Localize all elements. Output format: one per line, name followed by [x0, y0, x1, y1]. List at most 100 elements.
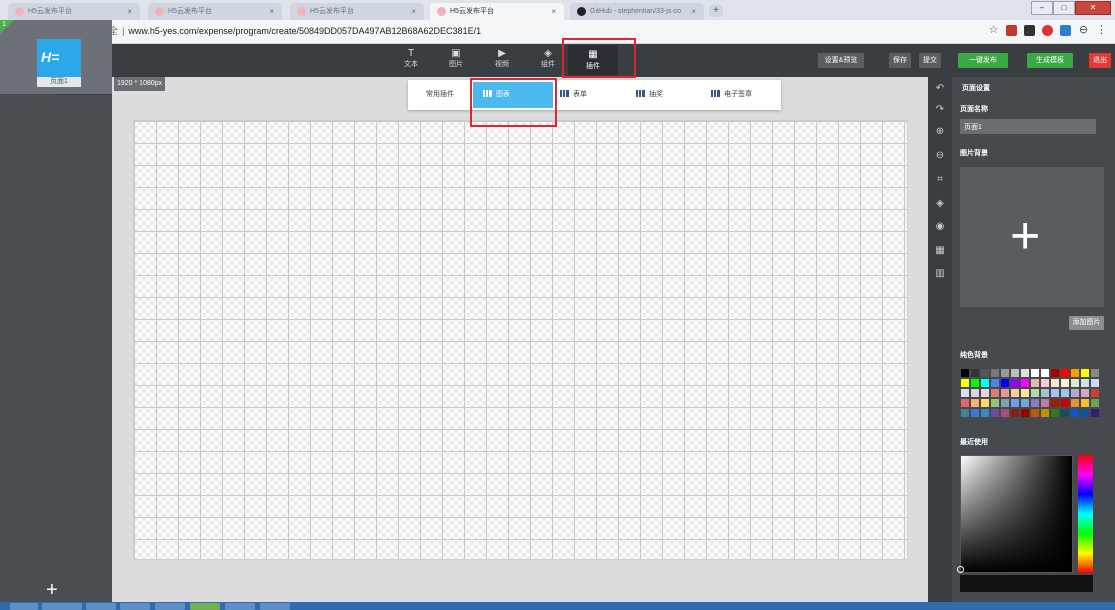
color-swatch[interactable]	[990, 368, 1000, 378]
profile-icon[interactable]: ⊖	[1078, 25, 1089, 36]
color-swatch[interactable]	[1050, 388, 1060, 398]
color-swatch[interactable]	[1090, 368, 1100, 378]
color-swatch[interactable]	[980, 408, 990, 418]
extension-icon[interactable]	[1006, 25, 1017, 36]
color-swatch[interactable]	[970, 368, 980, 378]
tool-component[interactable]: ◈ 组件	[533, 47, 563, 70]
color-swatch[interactable]	[1020, 368, 1030, 378]
browser-tab[interactable]: GitHub - stephentian/33-js-co ×	[570, 3, 704, 20]
color-swatch[interactable]	[960, 378, 970, 388]
color-swatch[interactable]	[1030, 398, 1040, 408]
color-swatch[interactable]	[990, 388, 1000, 398]
tool-video[interactable]: ▶ 视频	[487, 47, 517, 70]
color-swatch[interactable]	[1050, 378, 1060, 388]
browser-tab[interactable]: H5云发布平台 ×	[148, 3, 282, 20]
taskbar-item[interactable]	[42, 603, 82, 610]
color-swatch[interactable]	[990, 408, 1000, 418]
color-swatch[interactable]	[960, 368, 970, 378]
color-swatch[interactable]	[1060, 368, 1070, 378]
new-tab-button[interactable]: +	[709, 5, 723, 17]
publish-button[interactable]: 一键发布	[958, 53, 1008, 68]
color-swatch[interactable]	[1010, 408, 1020, 418]
color-picker-handle[interactable]	[957, 566, 964, 573]
color-swatch[interactable]	[990, 378, 1000, 388]
color-swatch[interactable]	[1010, 398, 1020, 408]
color-swatch[interactable]	[980, 378, 990, 388]
tool-text[interactable]: T 文本	[396, 47, 426, 70]
color-swatch[interactable]	[960, 388, 970, 398]
color-swatch[interactable]	[990, 398, 1000, 408]
save-button[interactable]: 保存	[889, 53, 911, 68]
color-swatch[interactable]	[1040, 368, 1050, 378]
color-swatch[interactable]	[980, 368, 990, 378]
color-swatch[interactable]	[1060, 398, 1070, 408]
color-swatch[interactable]	[1000, 388, 1010, 398]
plugin-form[interactable]: 表单	[560, 80, 587, 110]
color-swatch[interactable]	[1080, 398, 1090, 408]
hue-slider[interactable]	[1078, 455, 1093, 573]
trash-icon[interactable]: ▥	[928, 268, 952, 279]
exit-button[interactable]: 退出	[1089, 53, 1111, 68]
color-swatch[interactable]	[980, 398, 990, 408]
plugin-lottery[interactable]: 抽奖	[636, 80, 663, 110]
taskbar-item[interactable]	[155, 603, 185, 610]
color-swatch[interactable]	[980, 388, 990, 398]
color-swatch[interactable]	[1070, 378, 1080, 388]
taskbar-item[interactable]	[190, 603, 220, 610]
taskbar-item[interactable]	[86, 603, 116, 610]
minimize-icon[interactable]: –	[1031, 1, 1053, 15]
tool-image[interactable]: ▣ 图片	[441, 47, 471, 70]
color-swatch[interactable]	[1070, 398, 1080, 408]
color-swatch[interactable]	[970, 378, 980, 388]
close-window-icon[interactable]: ✕	[1075, 1, 1111, 15]
zoom-in-icon[interactable]: ⊕	[928, 126, 952, 137]
undo-icon[interactable]: ↶	[928, 83, 952, 94]
taskbar-item[interactable]	[120, 603, 150, 610]
color-swatch[interactable]	[1060, 378, 1070, 388]
color-swatch[interactable]	[1070, 388, 1080, 398]
extension-icon[interactable]	[1042, 25, 1053, 36]
color-swatch[interactable]	[1020, 408, 1030, 418]
color-swatch[interactable]	[1030, 378, 1040, 388]
make-template-button[interactable]: 生成模板	[1027, 53, 1073, 68]
color-swatch[interactable]	[1020, 388, 1030, 398]
taskbar-item[interactable]	[260, 603, 290, 610]
eye-icon[interactable]: ◉	[928, 221, 952, 232]
color-swatch[interactable]	[1010, 378, 1020, 388]
color-swatch[interactable]	[960, 408, 970, 418]
add-image-button[interactable]: 添加图片	[1069, 316, 1104, 330]
maximize-icon[interactable]: □	[1053, 1, 1075, 15]
close-tab-icon[interactable]: ×	[691, 3, 696, 20]
color-swatch[interactable]	[1020, 398, 1030, 408]
color-picker-area[interactable]	[960, 455, 1073, 573]
color-swatch[interactable]	[1060, 408, 1070, 418]
close-tab-icon[interactable]: ×	[127, 3, 132, 20]
grid-icon[interactable]: ▦	[928, 245, 952, 256]
taskbar-item[interactable]	[10, 603, 38, 610]
color-swatch[interactable]	[1010, 368, 1020, 378]
color-swatch[interactable]	[1080, 388, 1090, 398]
color-swatch[interactable]	[1070, 368, 1080, 378]
color-swatch[interactable]	[970, 398, 980, 408]
color-swatch[interactable]	[1030, 408, 1040, 418]
close-tab-icon[interactable]: ×	[269, 3, 274, 20]
color-swatch[interactable]	[1090, 388, 1100, 398]
extension-icon[interactable]	[1024, 25, 1035, 36]
color-swatch[interactable]	[1000, 378, 1010, 388]
url-input[interactable]: ⓘ不安全|www.h5-yes.com/expense/program/crea…	[78, 24, 481, 37]
add-page-button[interactable]: +	[46, 580, 58, 600]
color-swatch[interactable]	[1070, 408, 1080, 418]
color-swatch[interactable]	[1080, 368, 1090, 378]
submit-button[interactable]: 提交	[919, 53, 941, 68]
menu-icon[interactable]: ⋮	[1096, 25, 1107, 36]
color-swatch[interactable]	[960, 398, 970, 408]
color-swatch[interactable]	[1020, 378, 1030, 388]
color-swatch[interactable]	[1040, 388, 1050, 398]
page-name-input[interactable]	[960, 119, 1096, 134]
color-swatch[interactable]	[970, 388, 980, 398]
crop-icon[interactable]: ⌗	[928, 174, 952, 185]
color-swatch[interactable]	[1060, 388, 1070, 398]
editor-canvas[interactable]	[133, 120, 908, 560]
color-swatch[interactable]	[1080, 408, 1090, 418]
color-swatch[interactable]	[1050, 368, 1060, 378]
